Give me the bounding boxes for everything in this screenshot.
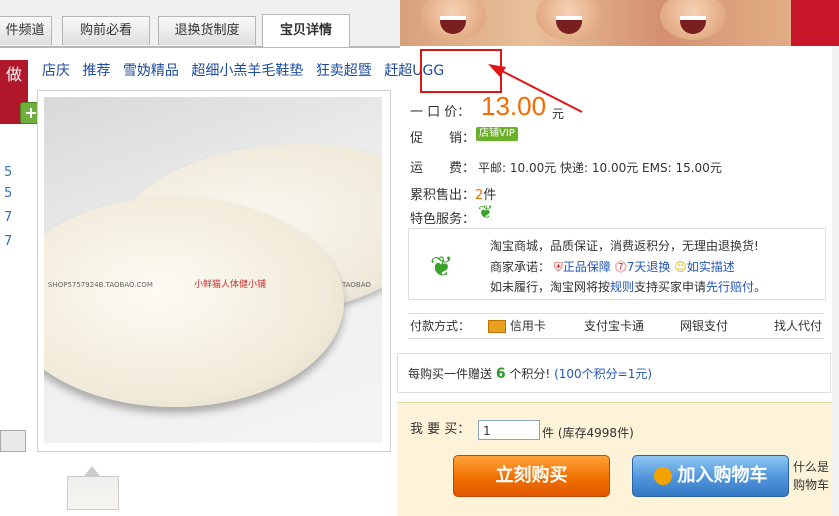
smile-icon: ☺ [674,260,687,274]
service-line3: 如未履行，淘宝网将按规则支持买家申请先行赔付。 [490,278,766,295]
service-text: 如未履行，淘宝网将按 [490,280,611,294]
product-thumbnail[interactable] [67,476,119,510]
pay-option-label: 信用卡 [509,319,546,333]
seven-day-icon: ⓻ [614,260,627,274]
qty-unit: 件 [542,426,555,440]
promise-as-described[interactable]: 如实描述 [687,260,735,274]
badge-text: 做 [5,65,22,84]
tab-label: 件频道 [5,23,45,38]
promise-genuine[interactable]: 正品保障 [563,260,611,274]
promise-label: 商家承诺： [490,260,551,274]
shield-icon: ⛨ [553,260,563,274]
points-count: 6 [495,366,506,382]
banner-face [420,0,486,40]
promo-label: 促 销： [410,131,476,146]
sold-label: 累积售出： [410,188,476,203]
pay-credit-card[interactable]: 信用卡 [488,314,546,338]
tmall-service-icon[interactable]: ❦ [478,202,493,223]
thumb-pointer [84,466,100,476]
points-note[interactable]: (100个积分=1元) [554,367,652,381]
link-lambswool-insoles[interactable]: 超细小羔羊毛鞋垫 [191,63,303,79]
service-text: 支持买家申请 [634,280,707,294]
category-links: 店庆 推荐 雪妫精品 超细小羔羊毛鞋垫 狂卖超暨 赶超UGG [42,60,452,80]
banner-face [660,0,726,40]
scrollbar[interactable] [832,46,839,515]
qty-label: 我 要 买： [410,422,471,437]
left-number: 5 [4,186,13,201]
price-value: 13.00 [481,91,547,121]
left-number: 7 [4,210,13,225]
add-cart-label: 加入购物车 [677,465,768,486]
service-line1: 淘宝商城，品质保证，消费返积分，无理由退换货! [490,239,759,253]
rules-link[interactable]: 规则 [610,280,634,294]
price-label: 一 口 价： [410,105,471,120]
vip-badge[interactable]: 店铺VIP [476,127,518,141]
tab-channel[interactable]: 件频道 [0,16,52,45]
sold-unit: 件 [483,188,497,203]
quantity-input[interactable]: 1 [478,420,540,440]
buy-now-button[interactable]: 立刻购买 [453,455,610,497]
tmall-logo-icon: ❦ [430,250,454,283]
shipping-text: 平邮: 10.00元 快递: 10.00元 EMS: 15.00元 [478,161,722,175]
left-number: 5 [4,165,13,180]
tab-before-buy[interactable]: 购前必看 [62,16,150,45]
watermark-text: 小鲜猫人体健小铺 [194,280,267,290]
claim-link[interactable]: 先行赔付 [706,280,754,294]
qty-unit-stock: 件 (库存4998件) [542,424,634,441]
promise-7day[interactable]: 7天退换 [627,260,671,274]
tab-item-details[interactable]: 宝贝详情 [262,14,350,47]
features-label: 特色服务： [410,212,476,227]
cart-help-line1[interactable]: 什么是 [793,458,829,475]
stock-text: (库存4998件) [557,426,634,440]
left-side-button[interactable] [0,430,26,452]
tab-bar: 件频道 购前必看 退换货制度 宝贝详情 [0,0,400,48]
price-currency: 元 [552,107,565,121]
service-line2: 商家承诺： ⛨正品保障 ⓻7天退换 ☺如实描述 [490,258,735,275]
payment-label: 付款方式： [410,319,471,333]
add-to-cart-button[interactable]: 加入购物车 [632,455,789,497]
tab-label: 宝贝详情 [279,23,332,38]
payment-row: 付款方式： 信用卡 支付宝卡通 网银支付 找人代付 [408,313,824,339]
sold-row: 累积售出：2件 [410,184,496,203]
tab-return-policy[interactable]: 退换货制度 [158,16,256,45]
shipping-label: 运 费： [410,161,476,176]
points-box: 每购买一件赠送 6 个积分! (100个积分=1元) [397,353,831,393]
watermark-taobao: TAOBAO [342,281,371,289]
points-suffix: 个积分! [509,367,551,381]
link-anniversary[interactable]: 店庆 [42,63,70,79]
left-number: 7 [4,234,13,249]
promo-banner[interactable] [400,0,839,46]
link-snow-fox[interactable]: 雪妫精品 [123,63,179,79]
product-image[interactable]: SHOP5757924B.TAOBAO.COM 小鲜猫人体健小铺 TAOBAO [44,97,382,443]
watermark-shop: SHOP5757924B.TAOBAO.COM [48,281,153,289]
cart-icon [653,467,672,485]
pay-alipay-card[interactable]: 支付宝卡通 [584,314,644,338]
link-hot-sale[interactable]: 狂卖超暨 [316,63,372,79]
credit-card-icon [488,320,506,333]
pay-by-others[interactable]: 找人代付 [774,314,822,338]
banner-face [536,0,602,40]
link-recommend[interactable]: 推荐 [82,63,110,79]
cart-help-line2[interactable]: 购物车 [793,476,829,493]
tab-label: 购前必看 [79,23,132,38]
tab-label: 退换货制度 [174,23,240,38]
points-prefix: 每购买一件赠送 [408,367,493,381]
pay-online-bank[interactable]: 网银支付 [680,314,728,338]
banner-red-tag [791,0,839,46]
service-text: 。 [754,280,767,294]
